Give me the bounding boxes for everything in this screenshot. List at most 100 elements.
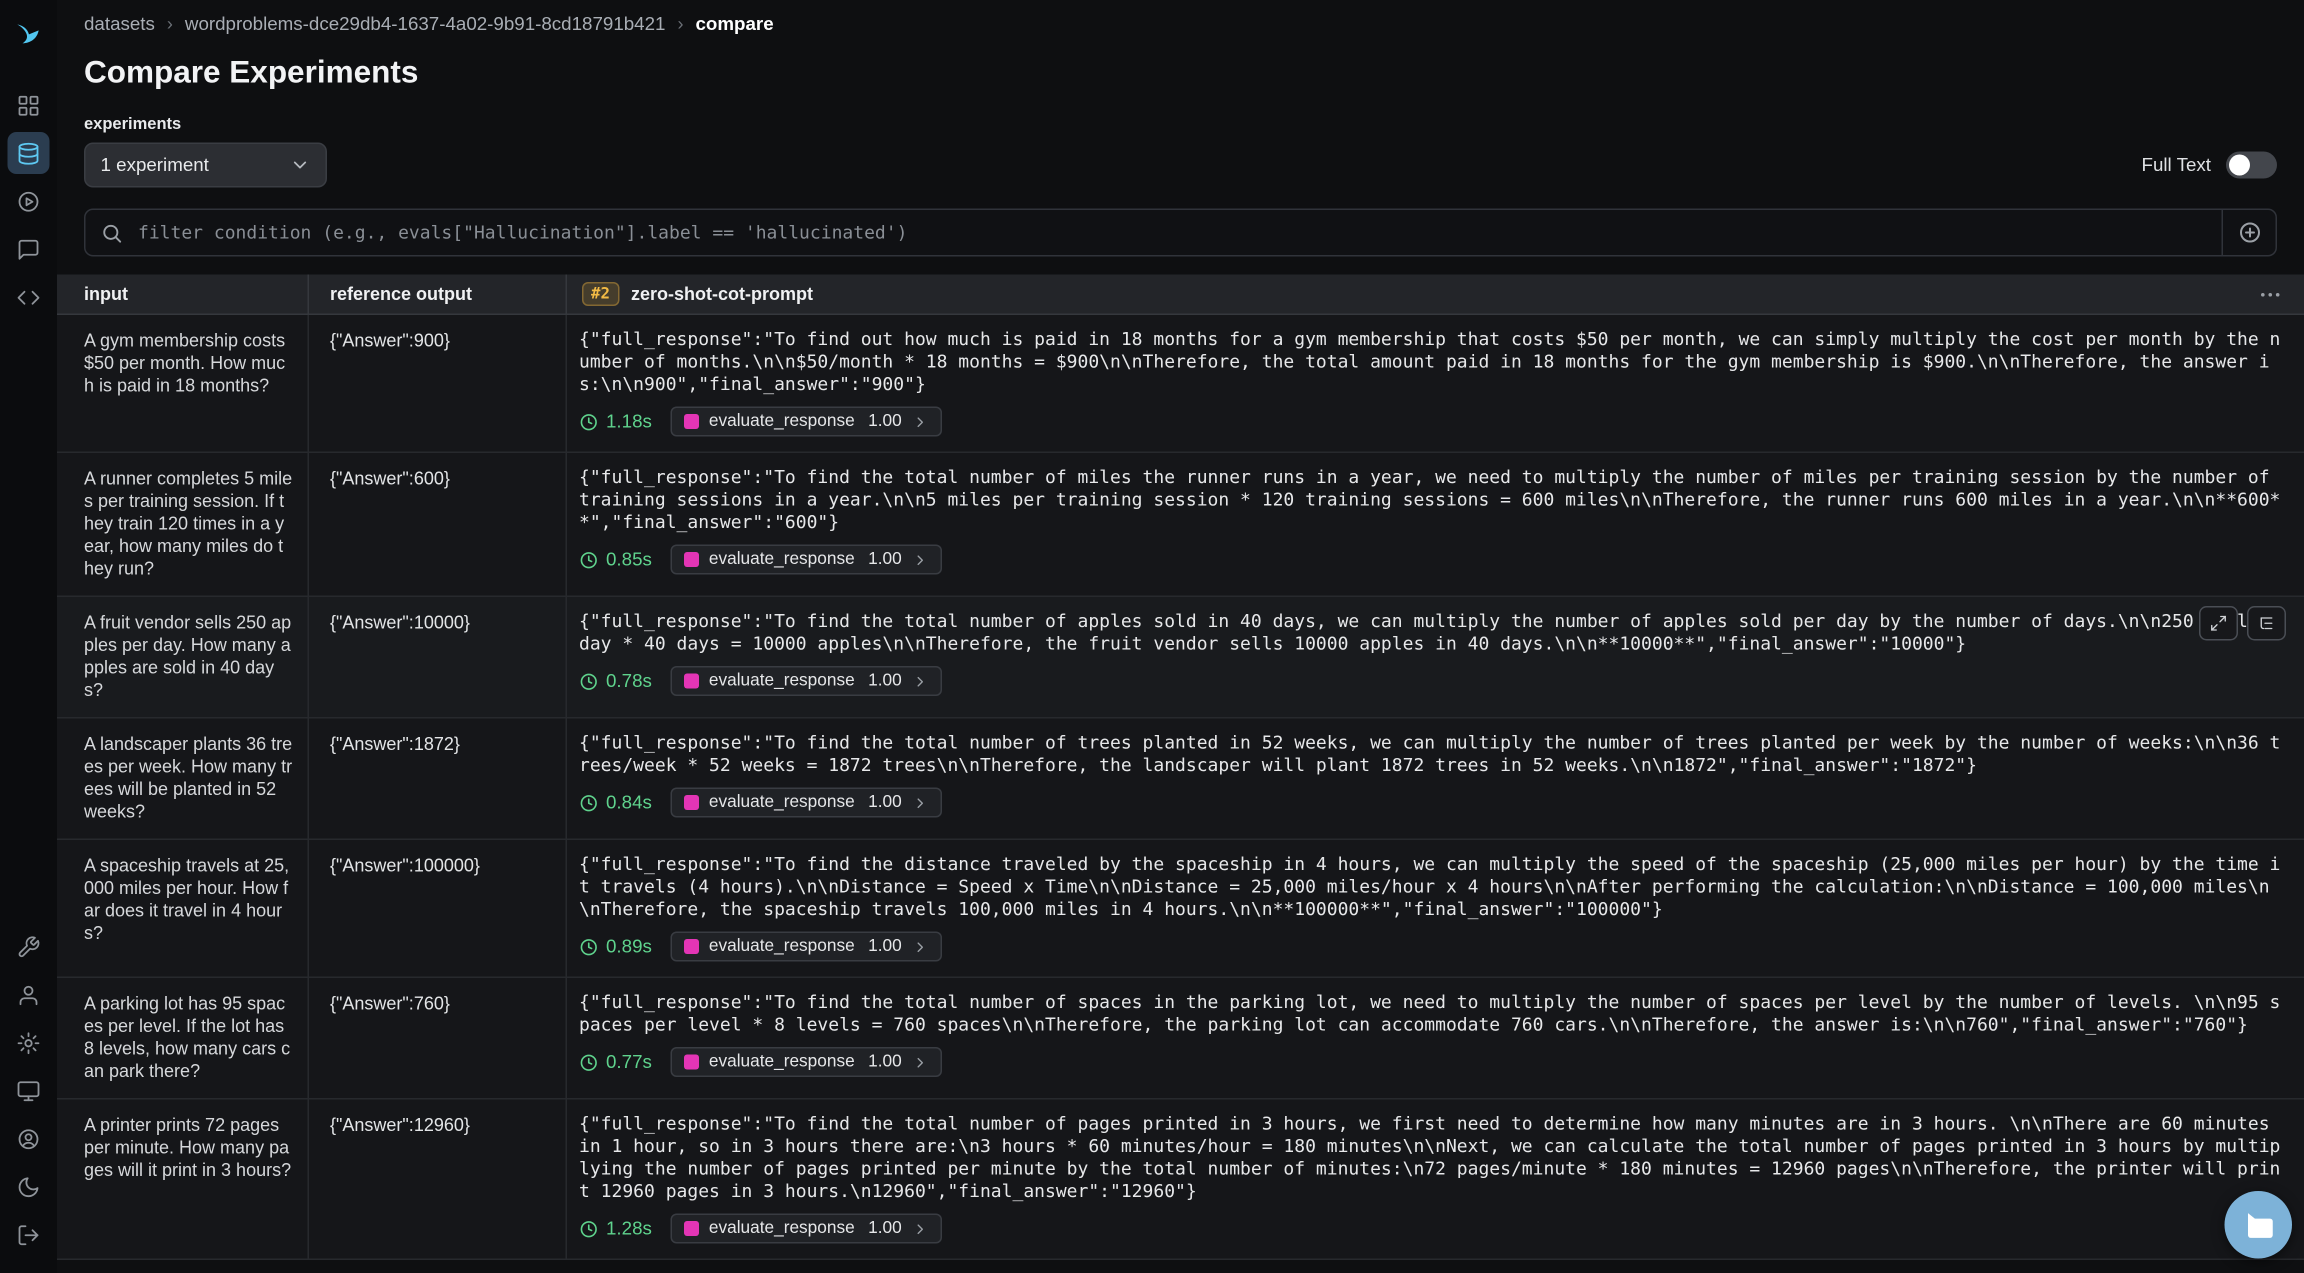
input-text: A runner completes 5 miles per training … bbox=[84, 468, 292, 579]
sidebar-item-playground[interactable] bbox=[8, 180, 50, 222]
sidebar-item-logout[interactable] bbox=[8, 1214, 50, 1256]
input-text: A printer prints 72 pages per minute. Ho… bbox=[84, 1115, 291, 1181]
experiments-label: experiments bbox=[84, 116, 327, 134]
row-meta: 0.77s evaluate_response 1.00 bbox=[579, 1047, 2286, 1077]
evaluation-chip[interactable]: evaluate_response 1.00 bbox=[670, 407, 942, 437]
sidebar-item-datasets[interactable] bbox=[8, 132, 50, 174]
breadcrumb-datasets[interactable]: datasets bbox=[84, 14, 155, 35]
input-cell: A runner completes 5 miles per training … bbox=[57, 453, 308, 596]
latency-indicator: 0.89s bbox=[579, 936, 652, 957]
latency-value: 0.85s bbox=[606, 549, 652, 570]
table-row[interactable]: A parking lot has 95 spaces per level. I… bbox=[57, 978, 2304, 1100]
chevron-down-icon bbox=[290, 155, 311, 176]
monitor-icon bbox=[17, 1078, 41, 1104]
sidebar-item-apis[interactable] bbox=[8, 276, 50, 318]
play-circle-icon bbox=[17, 188, 41, 214]
input-text: A fruit vendor sells 250 apples per day.… bbox=[84, 612, 291, 701]
reference-output-text: {"Answer":600} bbox=[330, 468, 450, 489]
database-icon bbox=[17, 140, 41, 166]
table-row[interactable]: A printer prints 72 pages per minute. Ho… bbox=[57, 1100, 2304, 1261]
app-window: datasets › wordproblems-dce29db4-1637-4a… bbox=[0, 0, 2304, 1273]
experiment-name: zero-shot-cot-prompt bbox=[631, 284, 813, 305]
sidebar-item-tools[interactable] bbox=[8, 926, 50, 968]
controls-row: experiments 1 experiment Full Text bbox=[84, 116, 2277, 188]
eval-color-swatch-icon bbox=[683, 552, 698, 567]
reference-output-text: {"Answer":760} bbox=[330, 993, 450, 1014]
sidebar-item-grid[interactable] bbox=[8, 84, 50, 126]
eval-score: 1.00 bbox=[868, 938, 902, 956]
output-json: {"full_response":"To find the total numb… bbox=[579, 467, 2286, 535]
sidebar-item-settings[interactable] bbox=[8, 1022, 50, 1064]
chevron-right-icon bbox=[912, 1220, 929, 1237]
eval-score: 1.00 bbox=[868, 1053, 902, 1071]
sidebar-item-users[interactable] bbox=[8, 974, 50, 1016]
eval-name: evaluate_response bbox=[709, 551, 855, 569]
latency-value: 1.28s bbox=[606, 1218, 652, 1239]
experiment-output-cell: {"full_response":"To find the total numb… bbox=[566, 453, 2304, 596]
table-row[interactable]: A runner completes 5 miles per training … bbox=[57, 453, 2304, 597]
plus-circle-icon bbox=[2237, 221, 2261, 245]
trace-tree-icon bbox=[2258, 614, 2276, 634]
breadcrumb-dataset-name[interactable]: wordproblems-dce29db4-1637-4a02-9b91-8cd… bbox=[185, 14, 666, 35]
input-text: A parking lot has 95 spaces per level. I… bbox=[84, 993, 290, 1082]
grid-icon bbox=[17, 92, 41, 118]
latency-value: 1.18s bbox=[606, 411, 652, 432]
expand-row-button[interactable] bbox=[2199, 606, 2238, 641]
sidebar-item-theme[interactable] bbox=[8, 1166, 50, 1208]
chevron-right-icon bbox=[912, 938, 929, 955]
eval-name: evaluate_response bbox=[709, 938, 855, 956]
input-text: A gym membership costs $50 per month. Ho… bbox=[84, 330, 285, 396]
input-cell: A spaceship travels at 25,000 miles per … bbox=[57, 840, 308, 977]
clock-icon bbox=[579, 671, 599, 691]
table-row[interactable]: A gym membership costs $50 per month. Ho… bbox=[57, 315, 2304, 453]
support-chat-button[interactable] bbox=[2225, 1191, 2293, 1259]
message-square-icon bbox=[17, 236, 41, 262]
table-body: A gym membership costs $50 per month. Ho… bbox=[57, 315, 2304, 1273]
output-json: {"full_response":"To find the total numb… bbox=[579, 1113, 2286, 1203]
chevron-right-icon: › bbox=[677, 14, 683, 35]
column-more-button[interactable] bbox=[2252, 278, 2290, 310]
experiment-dropdown[interactable]: 1 experiment bbox=[84, 143, 327, 188]
clock-icon bbox=[579, 412, 599, 432]
filter-condition-input[interactable] bbox=[135, 221, 2222, 245]
evaluation-chip[interactable]: evaluate_response 1.00 bbox=[670, 932, 942, 962]
evaluation-chip[interactable]: evaluate_response 1.00 bbox=[670, 1047, 942, 1077]
evaluation-chip[interactable]: evaluate_response 1.00 bbox=[670, 545, 942, 575]
full-text-toggle[interactable] bbox=[2226, 152, 2277, 179]
experiment-output-cell: {"full_response":"To find the total numb… bbox=[566, 978, 2304, 1098]
output-json: {"full_response":"To find out how much i… bbox=[579, 329, 2286, 397]
eval-color-swatch-icon bbox=[683, 414, 698, 429]
chevron-right-icon bbox=[912, 551, 929, 568]
sidebar-item-annotations[interactable] bbox=[8, 228, 50, 270]
chevron-right-icon bbox=[912, 794, 929, 811]
eval-color-swatch-icon bbox=[683, 1221, 698, 1236]
clock-icon bbox=[579, 793, 599, 813]
chevron-right-icon bbox=[912, 673, 929, 690]
clock-icon bbox=[579, 1052, 599, 1072]
bird-logo-icon bbox=[15, 17, 42, 53]
evaluation-chip[interactable]: evaluate_response 1.00 bbox=[670, 666, 942, 696]
sidebar-item-profile[interactable] bbox=[8, 1118, 50, 1160]
reference-output-text: {"Answer":1872} bbox=[330, 734, 460, 755]
evaluation-chip[interactable]: evaluate_response 1.00 bbox=[670, 788, 942, 818]
latency-value: 0.89s bbox=[606, 936, 652, 957]
table-row[interactable]: A fruit vendor sells 250 apples per day.… bbox=[57, 597, 2304, 719]
filter-bar bbox=[84, 209, 2277, 257]
phoenix-logo-icon[interactable] bbox=[6, 12, 51, 57]
reference-output-text: {"Answer":12960} bbox=[330, 1115, 470, 1136]
expand-icon bbox=[2210, 614, 2228, 634]
column-header-input: input bbox=[57, 284, 308, 305]
eval-score: 1.00 bbox=[868, 672, 902, 690]
user-circle-icon bbox=[17, 1126, 41, 1152]
evaluation-chip[interactable]: evaluate_response 1.00 bbox=[670, 1214, 942, 1244]
open-trace-button[interactable] bbox=[2247, 606, 2286, 641]
table-row[interactable]: A landscaper plants 36 trees per week. H… bbox=[57, 719, 2304, 841]
table-row[interactable]: A spaceship travels at 25,000 miles per … bbox=[57, 840, 2304, 978]
experiment-output-cell: {"full_response":"To find the total numb… bbox=[566, 1100, 2304, 1259]
table-header: input reference output #2 zero-shot-cot-… bbox=[57, 275, 2304, 316]
reference-output-cell: {"Answer":100000} bbox=[308, 840, 566, 977]
add-filter-button[interactable] bbox=[2222, 210, 2276, 255]
sidebar-item-system[interactable] bbox=[8, 1070, 50, 1112]
latency-indicator: 1.18s bbox=[579, 411, 652, 432]
experiment-number-badge: #2 bbox=[582, 282, 619, 306]
